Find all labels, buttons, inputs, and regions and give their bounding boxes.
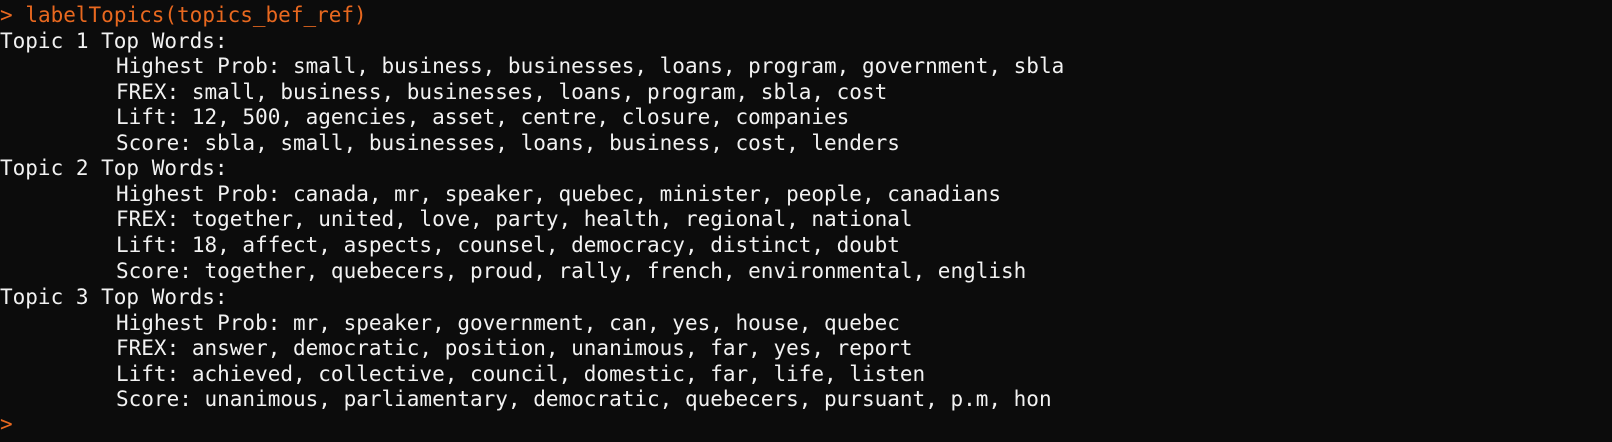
topic-3-score: Score: unanimous, parliamentary, democra… bbox=[116, 387, 1052, 411]
prompt-symbol: > bbox=[0, 3, 13, 27]
topic-1-frex: FREX: small, business, businesses, loans… bbox=[116, 80, 888, 104]
topic-3-frex: FREX: answer, democratic, position, unan… bbox=[116, 336, 913, 360]
input-prompt[interactable]: > bbox=[0, 411, 13, 437]
command-line[interactable]: > labelTopics(topics_bef_ref) bbox=[0, 2, 367, 28]
topic-1-score: Score: sbla, small, businesses, loans, b… bbox=[116, 131, 900, 155]
topic-2-lift: Lift: 18, affect, aspects, counsel, demo… bbox=[116, 233, 900, 257]
topic-2-frex: FREX: together, united, love, party, hea… bbox=[116, 207, 913, 231]
topic-3-header: Topic 3 Top Words: bbox=[0, 285, 228, 309]
command-text: labelTopics(topics_bef_ref) bbox=[25, 3, 367, 27]
topic-1-highest-prob: Highest Prob: small, business, businesse… bbox=[116, 54, 1065, 78]
topic-2-header: Topic 2 Top Words: bbox=[0, 156, 228, 180]
topic-3-lift: Lift: achieved, collective, council, dom… bbox=[116, 362, 926, 386]
topic-1-lift: Lift: 12, 500, agencies, asset, centre, … bbox=[116, 105, 850, 129]
topic-2-score: Score: together, quebecers, proud, rally… bbox=[116, 259, 1027, 283]
r-console-output: > labelTopics(topics_bef_ref) Topic 1 To… bbox=[0, 0, 1612, 442]
topic-3-highest-prob: Highest Prob: mr, speaker, government, c… bbox=[116, 311, 900, 335]
topic-1-header: Topic 1 Top Words: bbox=[0, 29, 228, 53]
topic-2-highest-prob: Highest Prob: canada, mr, speaker, quebe… bbox=[116, 182, 1002, 206]
